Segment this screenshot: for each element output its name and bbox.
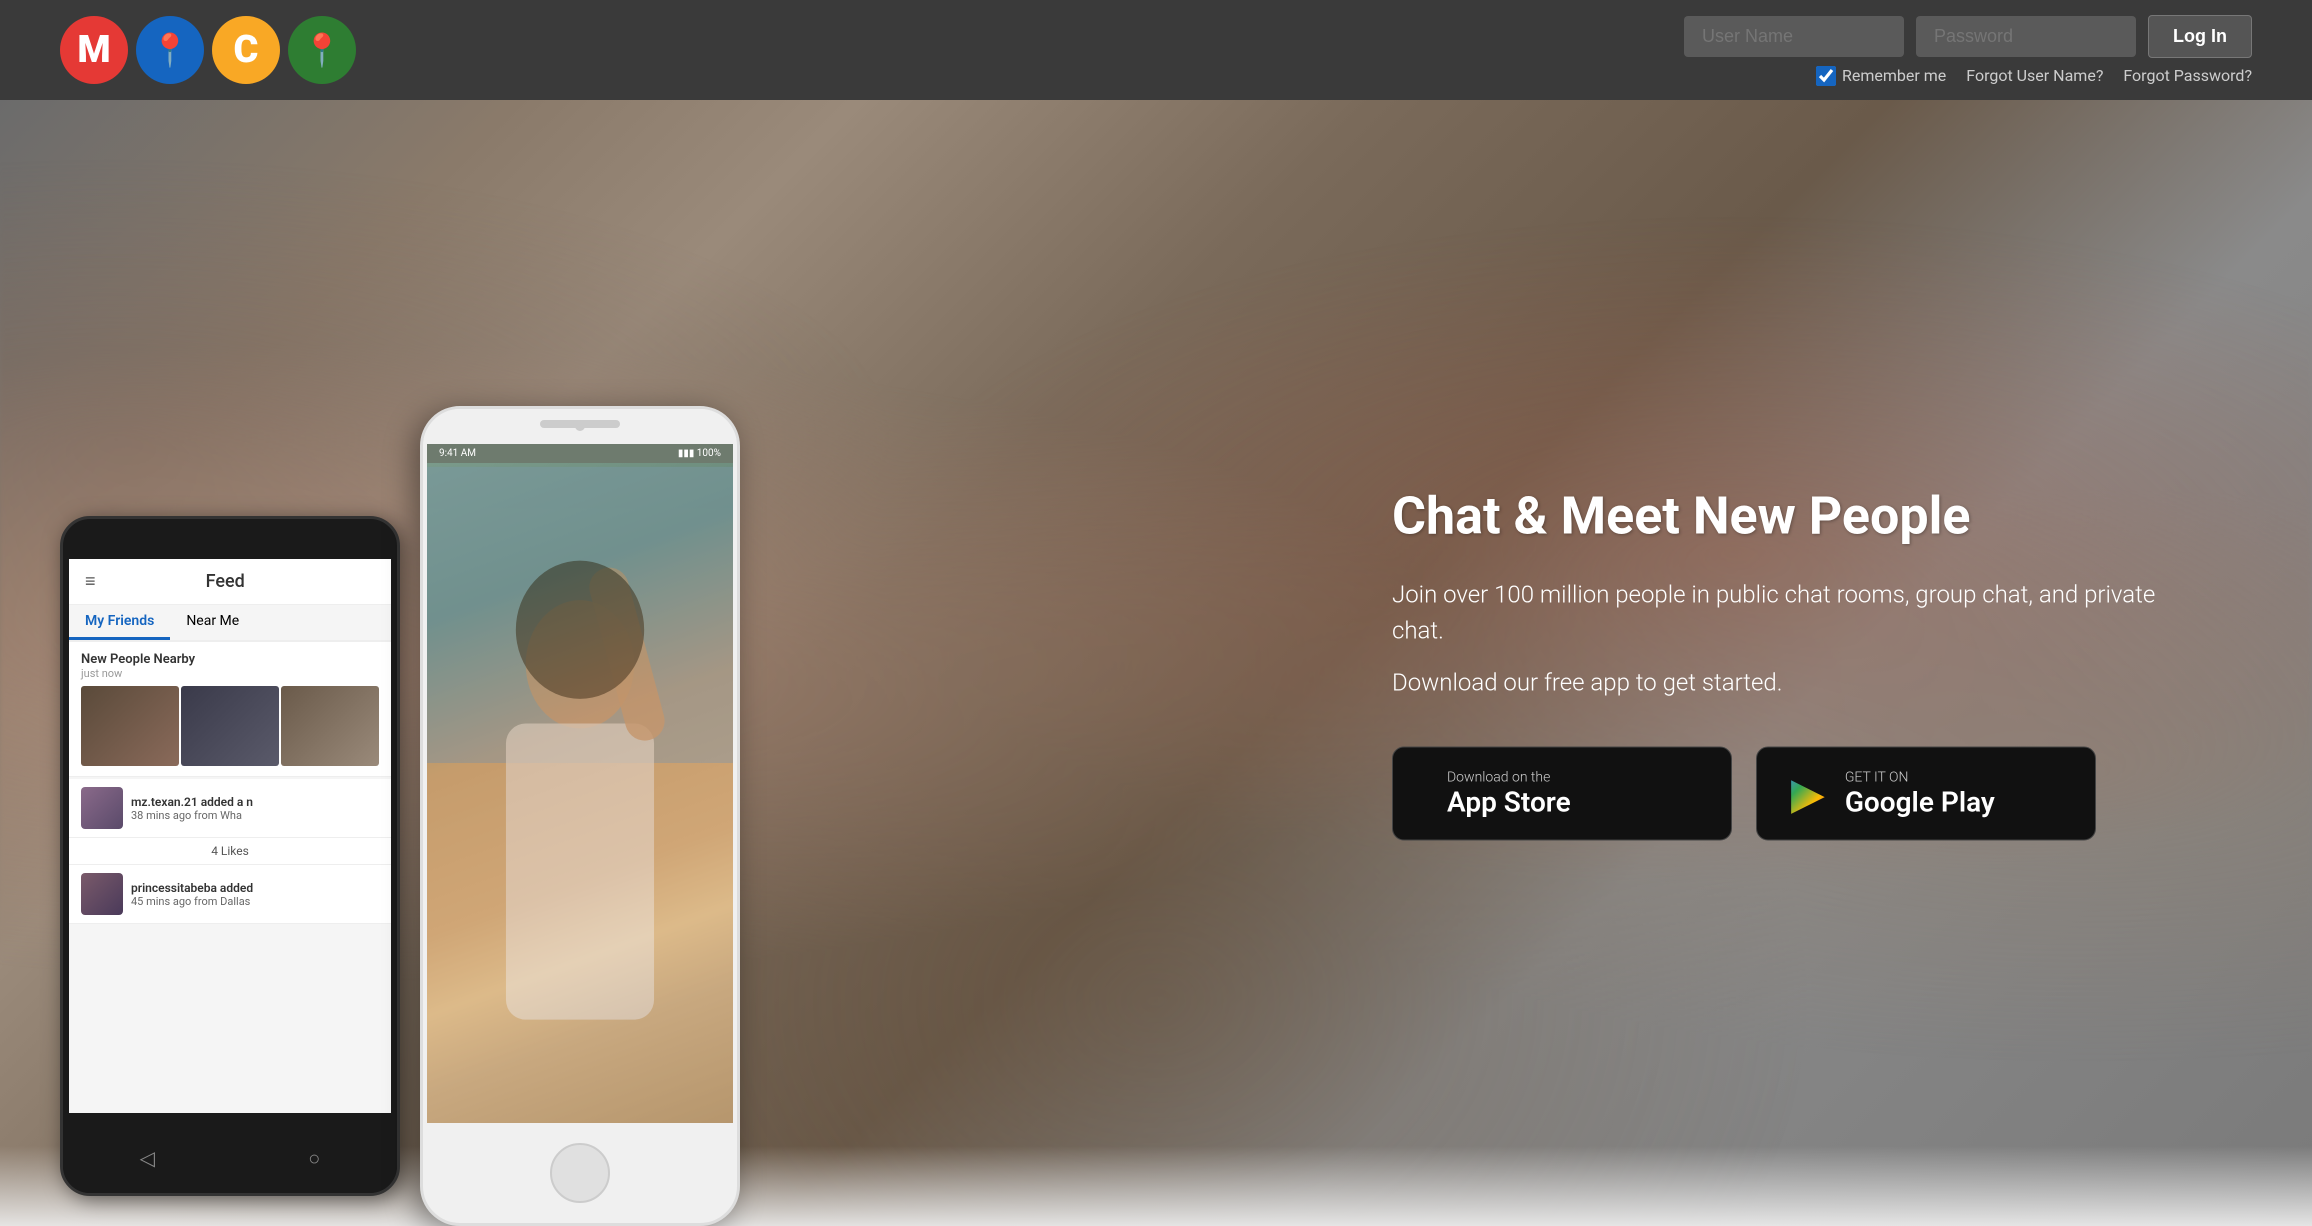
- nearby-feed-item: New People Nearby just now: [69, 642, 391, 777]
- feed-title: Feed: [206, 571, 245, 592]
- status-time: 9:41 AM: [439, 448, 476, 459]
- logo-area: M 📍 C 📍: [60, 16, 356, 84]
- store-buttons: Download on the App Store ▶ GET IT ON Go…: [1392, 747, 2192, 841]
- phones-container: ≡ Feed My Friends Near Me New People Nea…: [60, 226, 740, 1226]
- logo-o2: 📍: [288, 16, 356, 84]
- login-button[interactable]: Log In: [2148, 15, 2252, 58]
- logo-m: M: [60, 16, 128, 84]
- remember-checkbox[interactable]: [1816, 66, 1836, 86]
- app-store-text: Download on the App Store: [1447, 769, 1571, 818]
- header: M 📍 C 📍 Log In Remember me Forgot User N…: [0, 0, 2312, 100]
- app-store-small-text: Download on the: [1447, 769, 1571, 785]
- iphone-statusbar: 9:41 AM ▮▮▮ 100%: [427, 444, 733, 463]
- username-input[interactable]: [1684, 16, 1904, 57]
- android-phone: ≡ Feed My Friends Near Me New People Nea…: [60, 516, 400, 1196]
- iphone-screen: 9:41 AM ▮▮▮ 100%: [427, 444, 733, 1123]
- google-play-text: GET IT ON Google Play: [1845, 769, 1995, 818]
- android-tabs: My Friends Near Me: [69, 605, 391, 642]
- feed-user-2-info: princessitabeba added 45 mins ago from D…: [131, 881, 379, 908]
- password-input[interactable]: [1916, 16, 2136, 57]
- feed-avatar-1: [81, 787, 123, 829]
- forgot-username-link[interactable]: Forgot User Name?: [1966, 66, 2103, 85]
- feed-user-2: princessitabeba added 45 mins ago from D…: [69, 865, 391, 924]
- feed-photos: [81, 686, 379, 766]
- feed-username-1: mz.texan.21 added a n: [131, 795, 379, 809]
- remember-area: Remember me: [1816, 66, 1946, 86]
- feed-action-1: 38 mins ago from Wha: [131, 809, 379, 822]
- nearby-sub: just now: [81, 667, 379, 680]
- logo-o1: 📍: [136, 16, 204, 84]
- feed-user-1-info: mz.texan.21 added a n 38 mins ago from W…: [131, 795, 379, 822]
- auth-top: Log In: [1684, 15, 2252, 58]
- iphone-camera: [575, 421, 585, 431]
- home-nav[interactable]: ○: [308, 1146, 320, 1171]
- person-svg: [427, 463, 733, 1123]
- forgot-password-link[interactable]: Forgot Password?: [2123, 66, 2252, 85]
- feed-photo-1: [81, 686, 179, 766]
- feed-avatar-2: [81, 873, 123, 915]
- app-store-button[interactable]: Download on the App Store: [1392, 747, 1732, 841]
- iphone: 9:41 AM ▮▮▮ 100%: [420, 406, 740, 1226]
- android-topbar: ≡ Feed: [69, 559, 391, 605]
- feed-photo-2: [181, 686, 279, 766]
- iphone-home-button[interactable]: [550, 1143, 610, 1203]
- hero-cta: Download our free app to get started.: [1392, 669, 2192, 697]
- feed-user-1: mz.texan.21 added a n 38 mins ago from W…: [69, 779, 391, 838]
- auth-area: Log In Remember me Forgot User Name? For…: [1684, 15, 2252, 86]
- google-play-icon: ▶: [1791, 768, 1825, 820]
- status-battery: ▮▮▮ 100%: [678, 448, 721, 459]
- hero-title: Chat & Meet New People: [1392, 486, 2192, 547]
- hero-content: Chat & Meet New People Join over 100 mil…: [1392, 486, 2192, 841]
- hero-section: ≡ Feed My Friends Near Me New People Nea…: [0, 100, 2312, 1226]
- google-play-large-text: Google Play: [1845, 785, 1995, 818]
- tab-near-me[interactable]: Near Me: [170, 605, 255, 640]
- nearby-title: New People Nearby: [81, 652, 379, 667]
- feed-likes: 4 Likes: [69, 838, 391, 865]
- back-nav[interactable]: ◁: [140, 1146, 155, 1170]
- iphone-photo: [427, 463, 733, 1123]
- logo-c: C: [212, 16, 280, 84]
- app-store-large-text: App Store: [1447, 785, 1571, 818]
- menu-icon: ≡: [85, 571, 96, 592]
- tab-my-friends[interactable]: My Friends: [69, 605, 170, 640]
- feed-photo-3: [281, 686, 379, 766]
- remember-label: Remember me: [1842, 66, 1946, 85]
- auth-bottom: Remember me Forgot User Name? Forgot Pas…: [1816, 66, 2252, 86]
- hero-description: Join over 100 million people in public c…: [1392, 577, 2192, 649]
- feed-username-2: princessitabeba added: [131, 881, 379, 895]
- android-screen: ≡ Feed My Friends Near Me New People Nea…: [69, 559, 391, 1113]
- android-bottom-bar: ◁ ○: [63, 1123, 397, 1193]
- google-play-button[interactable]: ▶ GET IT ON Google Play: [1756, 747, 2096, 841]
- google-play-small-text: GET IT ON: [1845, 769, 1995, 785]
- feed-action-2: 45 mins ago from Dallas: [131, 895, 379, 908]
